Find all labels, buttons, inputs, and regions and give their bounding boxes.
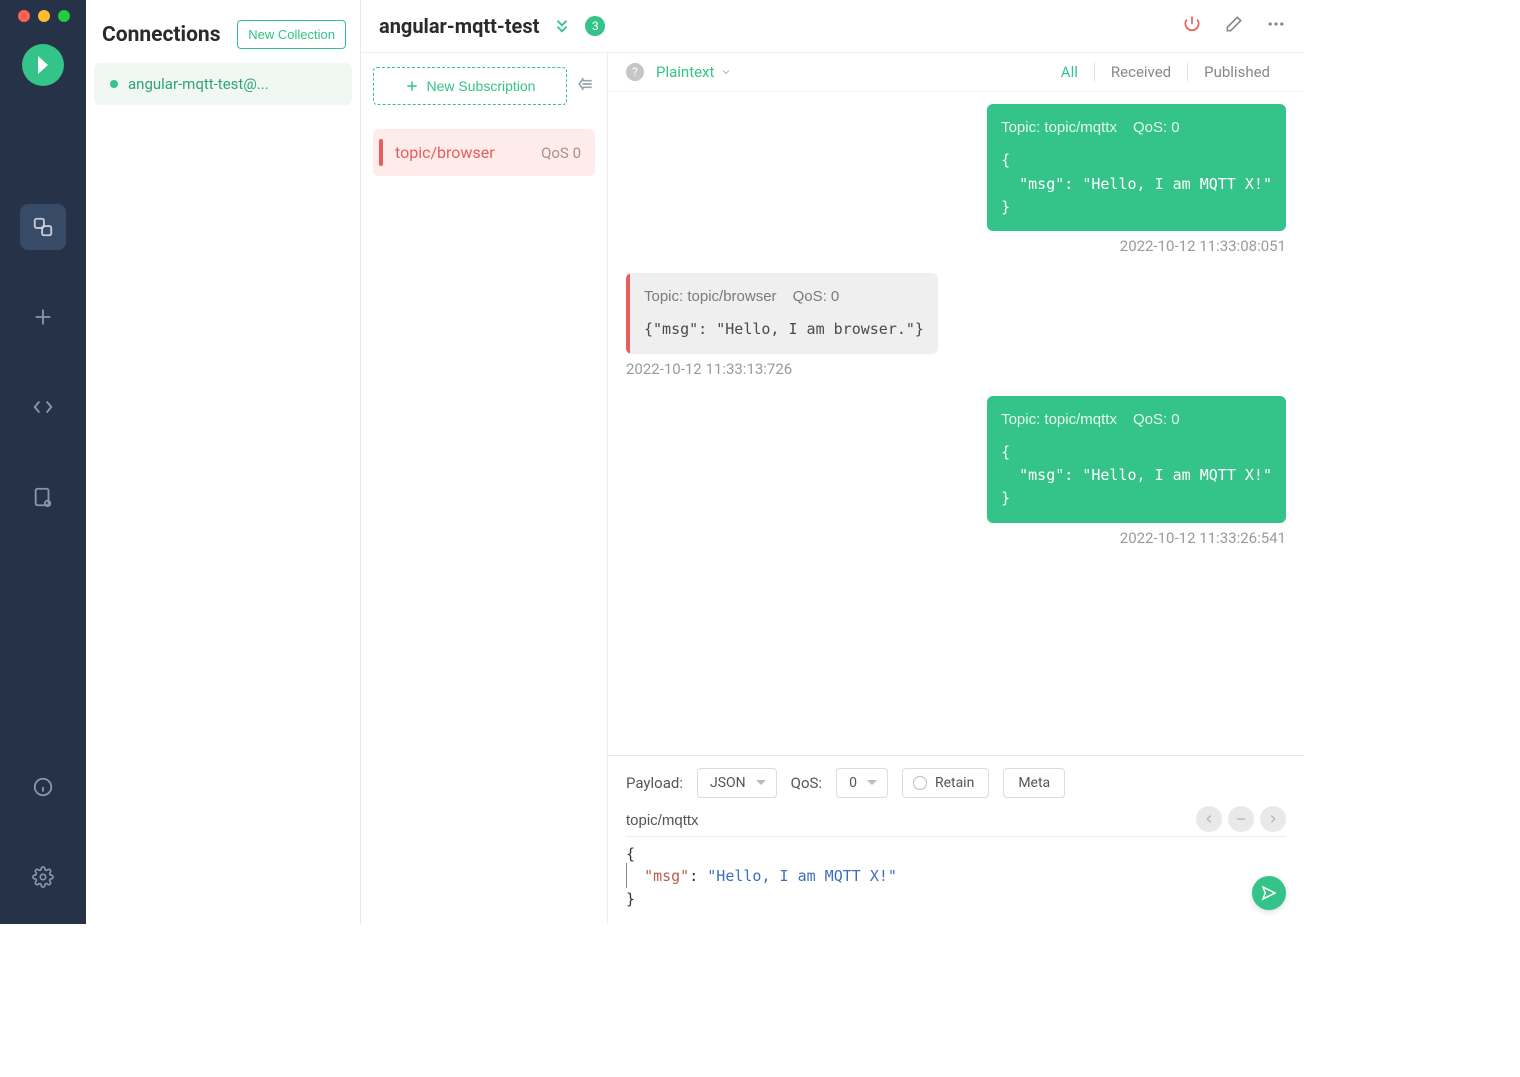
- message-qos: QoS: 0: [1133, 408, 1180, 431]
- messages-toolbar: ? Plaintext All Received Published: [608, 53, 1304, 92]
- new-subscription-label: New Subscription: [427, 78, 536, 94]
- collapse-subs-icon[interactable]: [575, 74, 595, 98]
- window-maximize[interactable]: [58, 10, 70, 22]
- subscription-topic: topic/browser: [395, 143, 495, 162]
- message-topic: Topic: topic/browser: [644, 285, 777, 308]
- sidebar-title: Connections: [102, 23, 221, 47]
- payload-format-select[interactable]: JSON: [697, 768, 777, 798]
- message-row: Topic: topic/browser QoS: 0 {"msg": "Hello…: [626, 273, 1286, 378]
- message-qos: QoS: 0: [793, 285, 840, 308]
- subscriptions-panel: New Subscription topic/browser QoS 0: [361, 53, 608, 924]
- history-prev-button[interactable]: [1196, 806, 1222, 832]
- messages-list[interactable]: Topic: topic/mqttx QoS: 0 { "msg": "Hello,…: [608, 92, 1304, 755]
- chevron-down-icon: [720, 66, 732, 78]
- subscription-item[interactable]: topic/browser QoS 0: [373, 129, 595, 176]
- edit-button[interactable]: [1224, 14, 1244, 38]
- payload-label: Payload:: [626, 774, 683, 792]
- message-timestamp: 2022-10-12 11:33:26:541: [1120, 529, 1286, 547]
- message-payload: {"msg": "Hello, I am browser."}: [644, 318, 924, 341]
- send-button[interactable]: [1252, 876, 1286, 910]
- meta-button[interactable]: Meta: [1003, 768, 1065, 798]
- message-timestamp: 2022-10-12 11:33:13:726: [626, 360, 792, 378]
- payload-editor[interactable]: { "msg": "Hello, I am MQTT X!"}: [626, 843, 1286, 911]
- message-payload: { "msg": "Hello, I am MQTT X!" }: [1001, 441, 1272, 511]
- format-label: Plaintext: [656, 63, 714, 81]
- expand-down-icon[interactable]: [553, 17, 571, 35]
- message-qos: QoS: 0: [1133, 116, 1180, 139]
- retain-toggle[interactable]: Retain: [902, 768, 989, 798]
- message-count-badge: 3: [585, 16, 605, 36]
- composer: Payload: JSON QoS: 0 Retain Meta: [608, 755, 1304, 925]
- message-bubble: Topic: topic/browser QoS: 0 {"msg": "Hello…: [626, 273, 938, 354]
- message-timestamp: 2022-10-12 11:33:08:051: [1120, 237, 1286, 255]
- connection-title: angular-mqtt-test: [379, 14, 539, 38]
- message-bubble: Topic: topic/mqttx QoS: 0 { "msg": "Hello,…: [987, 396, 1286, 523]
- help-icon[interactable]: ?: [626, 63, 644, 81]
- message-payload: { "msg": "Hello, I am MQTT X!" }: [1001, 149, 1272, 219]
- disconnect-button[interactable]: [1182, 14, 1202, 38]
- window-minimize[interactable]: [38, 10, 50, 22]
- nav-rail: [0, 0, 86, 924]
- message-topic: Topic: topic/mqttx: [1001, 116, 1117, 139]
- connection-item[interactable]: angular-mqtt-test@...: [94, 63, 352, 105]
- nav-add[interactable]: [20, 294, 66, 340]
- nav-log[interactable]: [20, 474, 66, 520]
- app-logo: [22, 44, 64, 86]
- qos-select[interactable]: 0: [836, 768, 888, 798]
- topic-input[interactable]: [626, 812, 1272, 829]
- nav-connections[interactable]: [20, 204, 66, 250]
- filter-published[interactable]: Published: [1187, 63, 1286, 81]
- filter-received[interactable]: Received: [1094, 63, 1187, 81]
- history-mid-button[interactable]: [1228, 806, 1254, 832]
- more-button[interactable]: [1266, 14, 1286, 38]
- retain-label: Retain: [935, 775, 974, 791]
- connection-name: angular-mqtt-test@...: [128, 75, 269, 93]
- nav-settings[interactable]: [20, 854, 66, 900]
- window-close[interactable]: [18, 10, 30, 22]
- nav-scripts[interactable]: [20, 384, 66, 430]
- new-collection-button[interactable]: New Collection: [237, 20, 346, 49]
- message-row: Topic: topic/mqttx QoS: 0 { "msg": "Hello,…: [626, 104, 1286, 255]
- subscription-qos: QoS 0: [541, 144, 581, 162]
- connections-sidebar: Connections New Collection angular-mqtt-…: [86, 0, 361, 924]
- message-row: Topic: topic/mqttx QoS: 0 { "msg": "Hello,…: [626, 396, 1286, 547]
- history-next-button[interactable]: [1260, 806, 1286, 832]
- connection-status-dot: [110, 80, 118, 88]
- message-bubble: Topic: topic/mqttx QoS: 0 { "msg": "Hello,…: [987, 104, 1286, 231]
- new-subscription-button[interactable]: New Subscription: [373, 67, 567, 105]
- qos-label: QoS:: [791, 774, 822, 792]
- nav-about[interactable]: [20, 764, 66, 810]
- filter-all[interactable]: All: [1045, 63, 1094, 81]
- connection-header: angular-mqtt-test 3: [361, 0, 1304, 53]
- radio-icon: [913, 776, 927, 790]
- message-topic: Topic: topic/mqttx: [1001, 408, 1117, 431]
- format-select[interactable]: Plaintext: [656, 63, 732, 81]
